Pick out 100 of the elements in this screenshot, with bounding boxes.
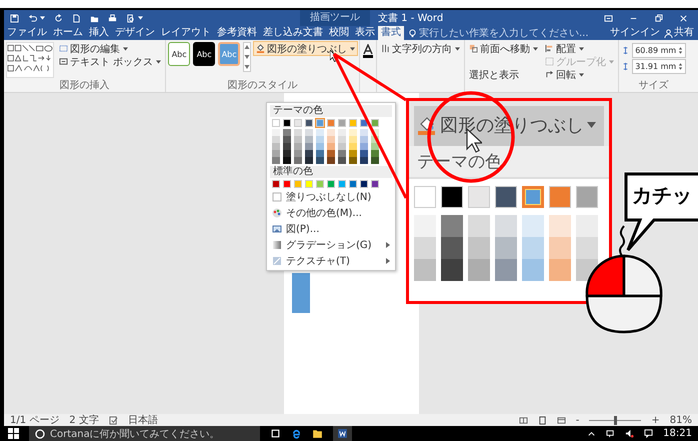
color-swatch[interactable] [360, 180, 368, 188]
color-swatch[interactable] [305, 119, 313, 127]
shade-swatches[interactable] [316, 129, 324, 164]
color-swatch[interactable] [272, 119, 280, 127]
color-swatch[interactable] [349, 180, 357, 188]
save-icon[interactable] [10, 14, 19, 22]
gallery-scroll-icon[interactable] [243, 42, 252, 72]
color-swatch[interactable] [283, 180, 291, 188]
ribbon-display-icon[interactable] [604, 14, 613, 22]
bring-forward-button[interactable]: 前面へ移動 [467, 42, 540, 55]
ribbon-tab[interactable]: 表示 [352, 26, 378, 40]
color-swatch[interactable] [371, 180, 379, 188]
browser-icon[interactable] [290, 428, 302, 439]
color-swatch[interactable] [338, 180, 346, 188]
cortana-search-field[interactable]: Cortanaに何か聞いてみてください。 [29, 426, 260, 441]
color-swatch[interactable] [371, 119, 379, 127]
shade-swatches[interactable] [338, 129, 346, 164]
ribbon-tab[interactable]: 校閲 [326, 26, 352, 40]
ribbon-tab[interactable]: ファイル [4, 26, 50, 40]
person-icon[interactable] [664, 28, 673, 38]
ribbon-tab[interactable]: 挿入 [86, 26, 112, 40]
network-icon[interactable] [606, 429, 616, 438]
circle-icon [35, 428, 45, 438]
color-swatch[interactable] [338, 119, 346, 127]
read-mode-icon[interactable] [518, 416, 528, 424]
zoom-out-button[interactable]: - [576, 414, 580, 426]
color-swatch[interactable] [283, 119, 291, 127]
zoom-level[interactable]: 81% [670, 414, 692, 426]
language-label[interactable]: 日本語 [128, 413, 158, 427]
caret-icon[interactable] [138, 16, 143, 20]
chevron-up-icon[interactable] [587, 429, 596, 438]
color-swatch[interactable] [327, 119, 335, 127]
style-preset[interactable]: Abc [168, 42, 190, 66]
task-view-icon[interactable] [270, 428, 281, 439]
undo-icon[interactable] [28, 14, 37, 22]
shape-gallery-drawing[interactable] [6, 42, 54, 78]
sign-in-link[interactable]: サインイン [610, 26, 660, 40]
color-swatch[interactable] [316, 180, 324, 188]
color-swatch[interactable] [294, 119, 302, 127]
text-box-button[interactable]: テキスト ボックス [57, 55, 164, 68]
menu-item[interactable]: 塗りつぶしなし(N) [270, 190, 392, 204]
ribbon-tab[interactable]: レイアウト [158, 26, 214, 40]
shade-swatches[interactable] [349, 129, 357, 164]
menu-item[interactable]: 図(P)... [270, 222, 392, 236]
color-swatch[interactable] [294, 180, 302, 188]
shade-swatches[interactable] [283, 129, 291, 164]
color-swatch[interactable] [349, 119, 357, 127]
notification-icon[interactable] [644, 429, 654, 438]
new-page-icon[interactable] [72, 14, 81, 22]
menu-item[interactable]: グラデーション(G) [270, 238, 392, 252]
folder-icon[interactable] [90, 14, 99, 22]
spinner-icon[interactable] [678, 62, 684, 70]
folder-icon[interactable] [312, 428, 323, 439]
style-preset[interactable]: Abc [193, 42, 216, 66]
close-icon[interactable] [679, 14, 688, 22]
shade-swatches[interactable] [327, 129, 335, 164]
zoom-in-button[interactable]: + [651, 414, 660, 426]
edit-shape-button[interactable]: 図形の編集 [57, 42, 164, 55]
menu-item[interactable]: テクスチャ(T) [270, 254, 392, 268]
size-field[interactable]: 31.91 mm [632, 58, 686, 74]
caret-icon[interactable] [40, 16, 45, 20]
print-preview-icon[interactable] [126, 14, 135, 22]
color-swatch[interactable] [272, 180, 280, 188]
ribbon-tab[interactable]: ホーム [50, 26, 86, 40]
slider-thumb[interactable] [614, 416, 618, 424]
color-swatch[interactable] [327, 180, 335, 188]
selection-pane-button[interactable]: 選択と表示 [467, 68, 540, 81]
shade-swatches[interactable] [360, 129, 368, 164]
word-count[interactable]: 2 文字 [69, 413, 99, 427]
restore-icon[interactable] [654, 14, 663, 22]
selected-shape[interactable] [292, 273, 310, 313]
windows-logo-icon[interactable] [8, 428, 19, 439]
ribbon-tab[interactable]: 参考資料 [214, 26, 260, 40]
proofing-icon[interactable] [108, 416, 118, 424]
redo-icon[interactable] [54, 14, 63, 22]
clock-time[interactable]: 18:21 [663, 428, 698, 440]
speaker-icon[interactable] [625, 429, 634, 438]
text-direction-button[interactable]: 文字列の方向 [379, 42, 462, 55]
spinner-icon[interactable] [678, 46, 684, 54]
print-layout-icon[interactable] [538, 416, 547, 424]
shade-swatches[interactable] [371, 129, 379, 164]
ribbon-tab[interactable]: デザイン [112, 26, 158, 40]
web-layout-icon[interactable] [556, 416, 566, 424]
size-field[interactable]: 60.89 mm [632, 42, 686, 58]
menu-item[interactable]: その他の色(M)... [270, 206, 392, 220]
share-button[interactable]: 共有 [673, 26, 698, 40]
caret-icon [455, 46, 460, 50]
page-count[interactable]: 1/1 ページ [10, 413, 60, 427]
shade-swatches[interactable] [305, 129, 313, 164]
word-app-icon[interactable] [332, 426, 352, 441]
text-fill-icon[interactable] [362, 44, 374, 58]
rotate-button[interactable]: 回転 [543, 68, 616, 81]
color-swatch[interactable] [316, 119, 324, 127]
color-swatch[interactable] [305, 180, 313, 188]
shade-swatches[interactable] [272, 129, 280, 164]
printer-icon[interactable] [108, 14, 117, 22]
ribbon-tab[interactable]: 書式 [378, 26, 404, 40]
shade-swatches[interactable] [294, 129, 302, 164]
ribbon-tab[interactable]: 差し込み文書 [260, 26, 326, 40]
align-button[interactable]: 配置 [543, 42, 616, 55]
